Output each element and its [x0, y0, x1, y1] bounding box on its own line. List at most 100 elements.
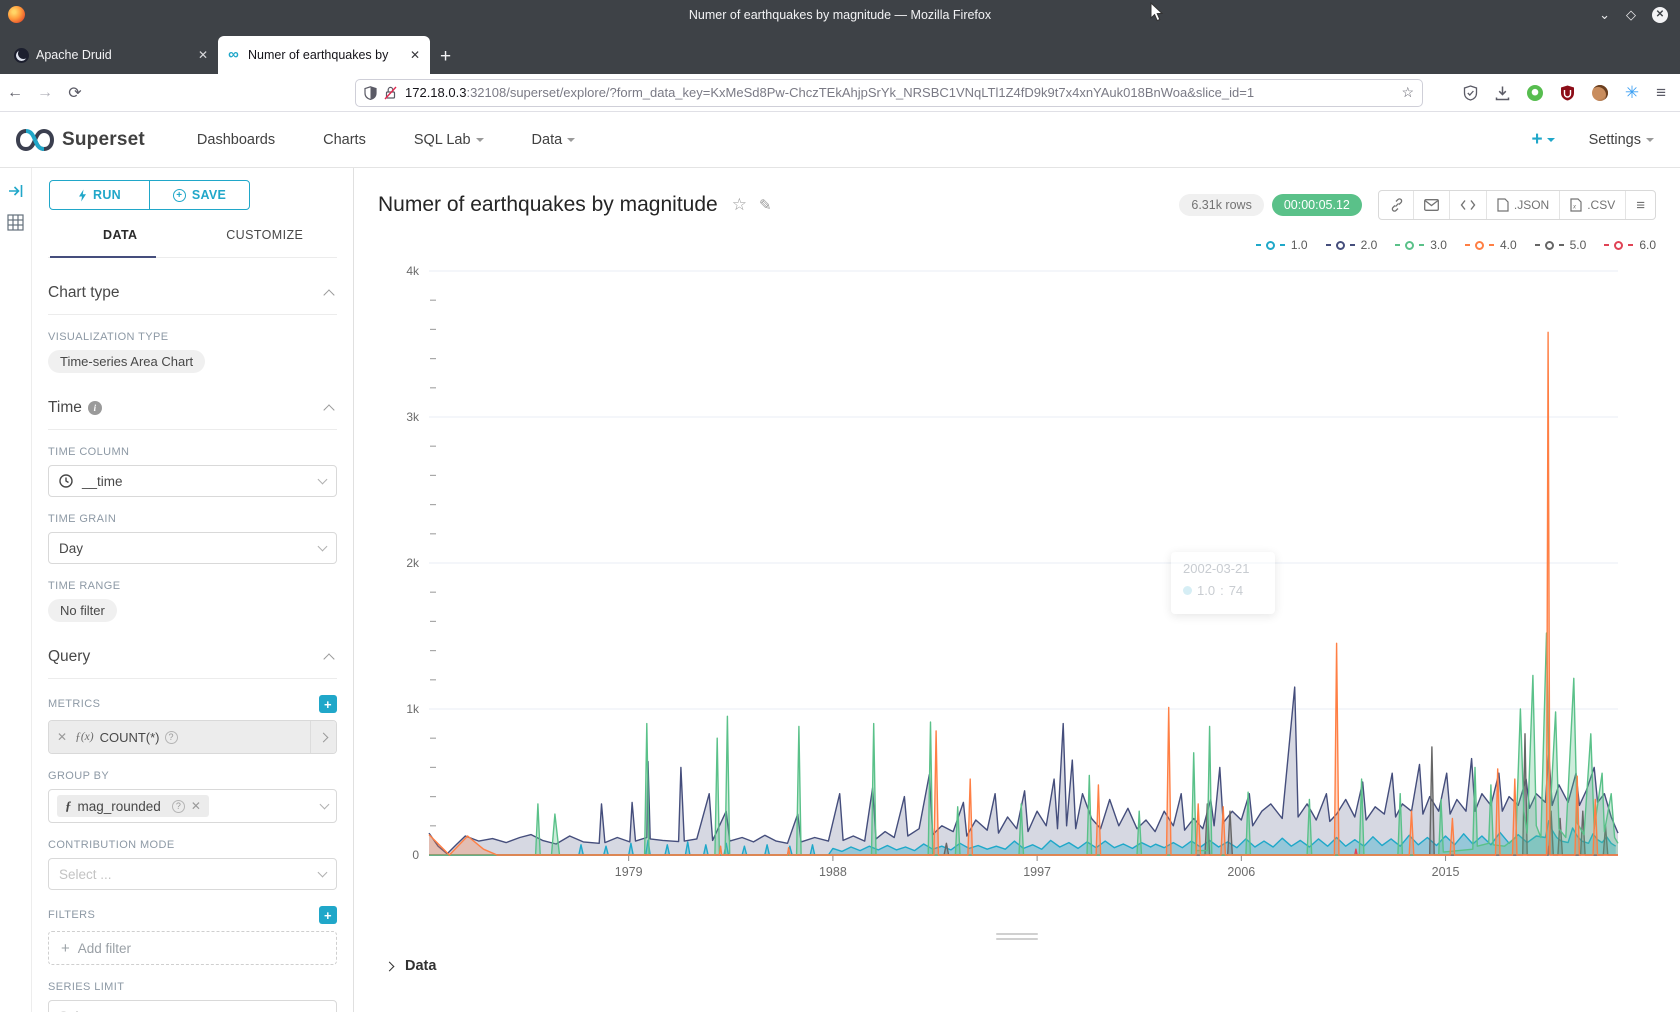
series-limit-select[interactable]: Select ... — [48, 1000, 337, 1012]
dataset-grid-icon[interactable] — [7, 214, 24, 231]
tab-close-icon[interactable]: ✕ — [196, 48, 210, 62]
timeseries-chart[interactable]: 01k2k3k4k19791988199720062015 2002-03-21… — [354, 255, 1680, 885]
legend-line-icon — [1559, 244, 1564, 246]
add-filter-button[interactable]: + — [319, 906, 337, 924]
url-text[interactable]: 172.18.0.3:32108/superset/explore/?form_… — [405, 85, 1393, 100]
legend-circle-icon — [1545, 241, 1554, 250]
nav-sql-lab[interactable]: SQL Lab — [414, 132, 484, 148]
legend-item-2.0[interactable]: 2.0 — [1326, 238, 1378, 252]
tooltip-series-dot — [1183, 586, 1192, 595]
export-json-button[interactable]: .JSON — [1487, 191, 1560, 219]
run-button[interactable]: RUN — [50, 181, 150, 209]
nav-settings[interactable]: Settings — [1589, 132, 1654, 148]
plus-circle-icon: + — [173, 189, 186, 202]
remove-column-icon[interactable]: ✕ — [191, 799, 201, 813]
insecure-lock-icon[interactable] — [384, 86, 397, 100]
ublock-shield-icon[interactable] — [1560, 85, 1575, 101]
legend-circle-icon — [1475, 241, 1484, 250]
legend-item-4.0[interactable]: 4.0 — [1465, 238, 1517, 252]
extension-asterisk-icon[interactable]: ✳ — [1625, 83, 1639, 103]
tab-close-icon[interactable]: ✕ — [408, 48, 422, 62]
lightning-icon — [78, 189, 87, 202]
section-query[interactable]: Query — [48, 648, 337, 679]
window-title: Numer of earthquakes by magnitude — Mozi… — [0, 8, 1680, 22]
section-time[interactable]: Timei — [48, 399, 337, 430]
nav-dashboards[interactable]: Dashboards — [197, 132, 275, 148]
nav-data[interactable]: Data — [532, 132, 576, 148]
account-shield-icon[interactable] — [1463, 85, 1478, 101]
legend-line-icon — [1256, 244, 1261, 246]
new-tab-button[interactable]: + — [430, 46, 461, 74]
viz-type-pill[interactable]: Time-series Area Chart — [48, 350, 205, 373]
chart-menu-button[interactable]: ≡ — [1626, 191, 1655, 219]
legend-item-6.0[interactable]: 6.0 — [1604, 238, 1656, 252]
share-link-button[interactable] — [1379, 191, 1414, 219]
chevron-down-icon — [1547, 138, 1555, 142]
data-results-panel[interactable]: Data — [354, 946, 1680, 986]
cookie-extension-icon[interactable] — [1592, 85, 1608, 101]
legend-circle-icon — [1614, 241, 1623, 250]
window-close-icon[interactable]: ✕ — [1652, 7, 1668, 23]
filters-label: FILTERS + — [48, 906, 337, 924]
legend-line-icon — [1489, 244, 1494, 246]
window-minimize-icon[interactable]: ⌄ — [1599, 8, 1610, 21]
email-button[interactable] — [1414, 191, 1450, 219]
legend-item-3.0[interactable]: 3.0 — [1395, 238, 1447, 252]
downloads-icon[interactable] — [1495, 85, 1510, 101]
forward-button[interactable]: → — [30, 84, 60, 102]
tab-customize[interactable]: CUSTOMIZE — [193, 228, 338, 257]
bookmark-star-icon[interactable]: ☆ — [1401, 84, 1414, 101]
legend-line-icon — [1350, 244, 1355, 246]
tab-data[interactable]: DATA — [48, 228, 193, 257]
tab-title: Apache Druid — [36, 48, 196, 62]
favorite-star-icon[interactable]: ☆ — [732, 195, 747, 215]
chevron-right-icon — [319, 732, 329, 742]
back-button[interactable]: ← — [0, 84, 30, 102]
info-icon: i — [88, 401, 102, 415]
superset-infinity-icon — [16, 129, 54, 151]
metric-item[interactable]: ✕ ƒ(x) COUNT(*) ? — [48, 720, 337, 754]
window-maximize-icon[interactable]: ◇ — [1626, 8, 1636, 21]
tab-superset-chart[interactable]: ∞ Numer of earthquakes by ✕ — [218, 36, 430, 74]
legend-circle-icon — [1405, 241, 1414, 250]
tab-title: Numer of earthquakes by — [248, 48, 408, 62]
contribution-mode-select[interactable]: Select ... — [48, 858, 337, 890]
legend-item-5.0[interactable]: 5.0 — [1535, 238, 1587, 252]
tooltip-date: 2002-03-21 — [1183, 561, 1263, 576]
group-by-select[interactable]: ƒ mag_rounded ? ✕ — [48, 789, 337, 823]
tab-apache-druid[interactable]: Apache Druid ✕ — [6, 36, 218, 74]
series-limit-label: SERIES LIMIT — [48, 981, 337, 993]
extension-icon-green[interactable] — [1527, 85, 1543, 101]
time-grain-select[interactable]: Day — [48, 532, 337, 564]
new-item-button[interactable]: + — [1531, 129, 1554, 151]
panel-resize-handle[interactable] — [996, 930, 1038, 943]
menu-hamburger-icon[interactable]: ≡ — [1656, 83, 1666, 103]
legend-item-1.0[interactable]: 1.0 — [1256, 238, 1308, 252]
tracking-shield-icon[interactable] — [364, 86, 377, 100]
time-column-select[interactable]: __time — [48, 465, 337, 497]
url-bar[interactable]: 172.18.0.3:32108/superset/explore/?form_… — [355, 79, 1423, 107]
nav-charts[interactable]: Charts — [323, 132, 366, 148]
edit-properties-icon[interactable]: ✎ — [759, 196, 772, 214]
add-filter-dropzone[interactable]: + Add filter — [48, 931, 337, 965]
svg-text:1979: 1979 — [615, 865, 643, 879]
metric-expand-arrow[interactable] — [310, 721, 336, 753]
superset-logo[interactable]: Superset — [16, 129, 145, 151]
export-csv-button[interactable]: x .CSV — [1560, 191, 1626, 219]
chevron-up-icon — [323, 404, 334, 415]
group-by-pill[interactable]: ƒ mag_rounded ? ✕ — [57, 795, 209, 817]
time-column-label: TIME COLUMN — [48, 446, 337, 458]
clock-icon — [59, 474, 73, 488]
time-range-pill[interactable]: No filter — [48, 599, 117, 622]
remove-metric-icon[interactable]: ✕ — [57, 730, 67, 744]
metrics-label: METRICS + — [48, 695, 337, 713]
add-metric-button[interactable]: + — [319, 695, 337, 713]
collapse-dataset-panel-icon[interactable] — [8, 184, 24, 198]
reload-button[interactable]: ⟳ — [60, 83, 90, 103]
svg-text:2k: 2k — [406, 556, 420, 570]
chevron-down-icon — [567, 138, 575, 142]
svg-text:3k: 3k — [406, 410, 420, 424]
section-chart-type[interactable]: Chart type — [48, 284, 337, 315]
save-button[interactable]: + SAVE — [150, 181, 249, 209]
embed-code-button[interactable] — [1450, 191, 1487, 219]
